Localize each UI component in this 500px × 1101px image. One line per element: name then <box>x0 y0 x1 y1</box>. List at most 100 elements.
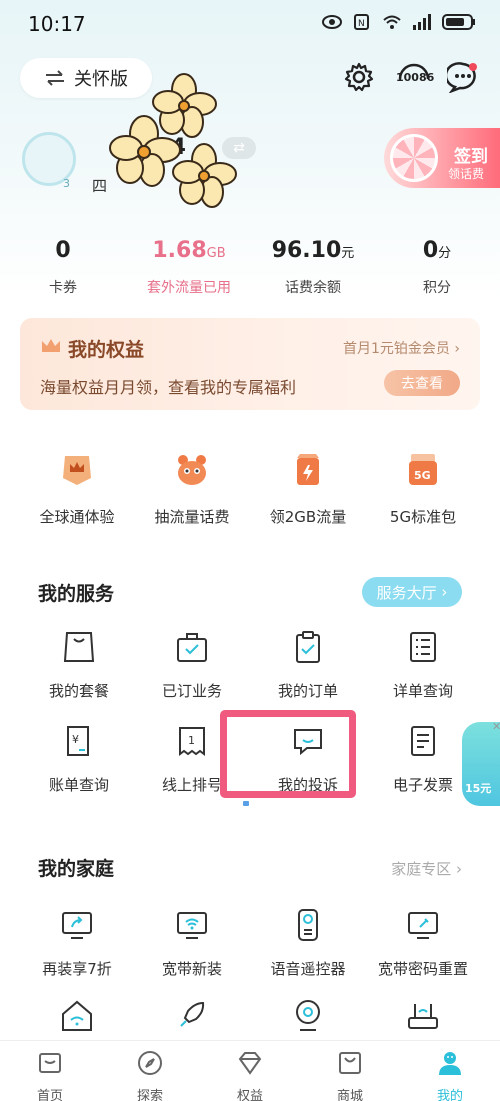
floating-ad-text: 15元 <box>465 782 492 795</box>
quick-item[interactable]: 领2GB流量 <box>248 452 368 527</box>
5g-pack-icon: 5G <box>409 454 437 485</box>
service-item[interactable]: 我的套餐 <box>19 630 139 701</box>
tab-mine[interactable]: 我的 <box>400 1049 500 1101</box>
swap-arrows-icon <box>46 70 64 86</box>
router-icon[interactable] <box>406 998 440 1032</box>
checkin-banner[interactable]: 签到 领话费 <box>384 128 500 188</box>
hotline-button[interactable]: 10086 <box>394 60 434 94</box>
svg-text:N: N <box>358 19 365 29</box>
stat-unit: 分 <box>438 246 452 261</box>
mascot-icon <box>178 455 206 485</box>
service-item-label: 详单查询 <box>392 682 453 700</box>
wifi-icon <box>383 15 401 29</box>
home-icon <box>39 1053 61 1073</box>
quick-item-label: 抽流量话费 <box>154 508 230 526</box>
crown-icon <box>42 339 60 352</box>
stat-label: 卡券 <box>49 280 77 296</box>
stat-label: 话费余额 <box>285 280 341 296</box>
benefits-promo-text: 首月1元铂金会员 <box>343 341 450 357</box>
bag-icon <box>63 632 95 662</box>
svg-text:¥: ¥ <box>72 733 79 746</box>
user-level: 3 <box>63 177 70 190</box>
quick-item[interactable]: 抽流量话费 <box>132 452 252 527</box>
nfc-icon: N <box>354 14 369 30</box>
quick-item-label: 全球通体验 <box>39 508 115 526</box>
family-zone-label: 家庭专区 <box>391 860 452 878</box>
bottom-tab-bar: 首页 探索 权益 商城 我的 <box>0 1040 500 1101</box>
family-item[interactable]: 再装享7折 <box>17 908 137 979</box>
family-item[interactable]: 宽带密码重置 <box>363 908 483 979</box>
page-indicator <box>243 801 249 806</box>
flower-sticker-icon <box>109 73 237 208</box>
service-hall-button[interactable]: 服务大厅 › <box>362 577 462 607</box>
briefcase-icon <box>177 633 207 662</box>
status-bar: 10:17 N <box>0 0 500 48</box>
rocket-icon[interactable] <box>175 998 209 1032</box>
quick-item-label: 5G标准包 <box>389 508 457 526</box>
close-icon[interactable]: ✕ <box>492 722 500 733</box>
gear-icon <box>344 62 374 92</box>
clipboard-icon <box>296 631 320 663</box>
stat-coupons[interactable]: 0 卡券 <box>8 238 118 297</box>
signal-icon <box>413 14 431 30</box>
avatar[interactable]: 3 <box>22 132 76 190</box>
floating-ad[interactable]: ✕ 15元 <box>462 722 500 806</box>
service-item-label: 账单查询 <box>48 776 109 794</box>
eye-icon <box>322 15 342 29</box>
tab-label: 首页 <box>36 1089 63 1101</box>
tab-home[interactable]: 首页 <box>0 1049 100 1101</box>
home-wifi-icon[interactable] <box>60 998 94 1032</box>
compass-icon <box>138 1051 162 1075</box>
messages-button[interactable] <box>446 60 480 94</box>
tv-share-icon <box>62 912 92 939</box>
benefits-view-button[interactable]: 去查看 <box>384 370 460 396</box>
service-item[interactable]: 已订业务 <box>132 630 252 701</box>
service-item[interactable]: ¥ 账单查询 <box>19 724 139 795</box>
tab-benefits[interactable]: 权益 <box>200 1049 300 1101</box>
stat-points[interactable]: 0分 积分 <box>382 238 492 297</box>
my-family-title: 我的家庭 <box>38 858 115 880</box>
benefits-promo-link[interactable]: 首月1元铂金会员 › <box>343 338 460 358</box>
tab-mall[interactable]: 商城 <box>300 1049 400 1101</box>
battery-icon <box>442 14 475 30</box>
service-item[interactable]: 详单查询 <box>363 630 483 701</box>
tab-explore[interactable]: 探索 <box>100 1049 200 1101</box>
service-item-label: 我的订单 <box>277 682 338 700</box>
chat-bubble-icon <box>447 62 477 93</box>
svg-text:1: 1 <box>188 734 195 747</box>
quick-item[interactable]: 全球通体验 <box>17 452 137 527</box>
family-item-label: 语音遥控器 <box>270 960 346 978</box>
tab-label: 商城 <box>336 1089 363 1101</box>
status-time: 10:17 <box>28 12 86 36</box>
stat-label: 积分 <box>423 280 451 296</box>
list-icon <box>410 632 436 662</box>
family-item-label: 宽带密码重置 <box>377 960 468 978</box>
benefits-title: 我的权益 <box>68 339 145 361</box>
quick-item[interactable]: 5G 5G标准包 <box>363 452 483 527</box>
settings-button[interactable] <box>342 60 376 94</box>
family-item-label: 再装享7折 <box>42 960 112 978</box>
service-hall-label: 服务大厅 <box>376 583 437 602</box>
benefits-desc: 海量权益月月领，查看我的专属福利 <box>40 378 297 397</box>
highlight-frame <box>220 710 356 798</box>
service-item[interactable]: 我的订单 <box>248 630 368 701</box>
benefits-card[interactable]: 我的权益 首月1元铂金会员 › 海量权益月月领，查看我的专属福利 去查看 <box>20 318 480 410</box>
camera-icon[interactable] <box>291 998 325 1032</box>
crown-badge-icon <box>63 456 91 485</box>
svg-text:5G: 5G <box>414 469 431 482</box>
quick-item-label: 领2GB流量 <box>269 508 347 526</box>
user-icon <box>439 1052 461 1075</box>
queue-ticket-icon: 1 <box>179 727 205 756</box>
family-zone-link[interactable]: 家庭专区 › <box>391 858 462 879</box>
stat-balance[interactable]: 96.10元 话费余额 <box>258 238 368 297</box>
service-item-label: 已订业务 <box>161 682 222 700</box>
stat-extra-data[interactable]: 1.68GB 套外流量已用 <box>134 238 244 297</box>
family-item[interactable]: 语音遥控器 <box>248 908 368 979</box>
prize-wheel-icon <box>390 134 438 182</box>
tab-label: 权益 <box>236 1089 263 1101</box>
checkin-subtitle: 领话费 <box>448 167 485 181</box>
data-pack-icon <box>297 454 319 485</box>
family-item[interactable]: 宽带新装 <box>132 908 252 979</box>
checkin-title: 签到 <box>454 147 488 167</box>
stat-value: 0 <box>422 238 439 263</box>
